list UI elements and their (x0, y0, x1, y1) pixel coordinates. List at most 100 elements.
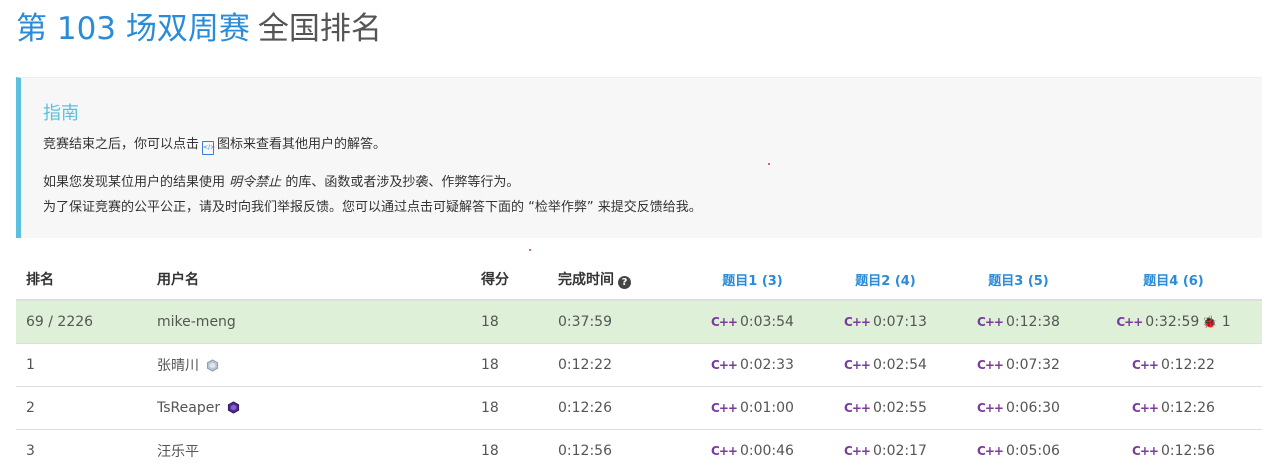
cell-finish: 0:12:26 (548, 385, 686, 429)
cell-rank: 69 / 2226 (16, 299, 147, 343)
q4-time: 0:12:26 (1160, 399, 1215, 416)
cpp-icon: C++ (1132, 443, 1159, 458)
page-title: 第 103 场双周赛 全国排名 (16, 9, 382, 49)
cell-q1[interactable]: C++ 0:03:54 (686, 299, 819, 343)
decor-dot (529, 249, 531, 251)
cpp-icon: C++ (711, 357, 738, 372)
cell-q1[interactable]: C++ 0:00:46 (686, 428, 819, 472)
q2-time: 0:02:17 (872, 442, 927, 459)
cpp-icon: C++ (977, 443, 1004, 458)
cell-q4[interactable]: C++ 0:12:22 (1085, 342, 1262, 386)
header-rank: 排名 (16, 259, 147, 301)
q3-time: 0:07:32 (1005, 356, 1060, 373)
header-q3[interactable]: 题目3 (5) (952, 259, 1085, 301)
cell-q3[interactable]: C++ 0:05:06 (952, 428, 1085, 472)
cell-score: 18 (471, 299, 548, 343)
q1-time: 0:02:33 (739, 356, 794, 373)
cell-rank: 2 (16, 385, 147, 429)
q4-time: 0:12:22 (1160, 356, 1215, 373)
cell-score: 18 (471, 342, 548, 386)
bug-icon: 🐞 (1202, 314, 1218, 329)
q4-time: 0:12:56 (1160, 442, 1215, 459)
cpp-icon: C++ (844, 400, 871, 415)
q4-time: 0:32:59 (1145, 313, 1200, 330)
rank-title: 全国排名 (257, 11, 382, 47)
cpp-icon: C++ (977, 357, 1004, 372)
q2-time: 0:07:13 (872, 313, 927, 330)
cpp-icon: C++ (844, 443, 871, 458)
cell-username[interactable]: 汪乐平 (147, 428, 471, 472)
ranking-table: 排名 用户名 得分 完成时间? 题目1 (3) 题目2 (4) 题目3 (5) … (16, 259, 1262, 472)
table-row-self: 69 / 2226 mike-meng 18 0:37:59 C++ 0:03:5… (16, 299, 1262, 343)
cell-q1[interactable]: C++ 0:02:33 (686, 342, 819, 386)
q3-time: 0:06:30 (1005, 399, 1060, 416)
header-finish-time: 完成时间? (548, 259, 686, 301)
wrong-count: 1 (1221, 313, 1231, 330)
cpp-icon: C++ (1132, 357, 1159, 372)
cell-q3[interactable]: C++ 0:07:32 (952, 342, 1085, 386)
q2-time: 0:02:55 (872, 399, 927, 416)
cell-finish: 0:12:22 (548, 342, 686, 386)
cell-q2[interactable]: C++ 0:07:13 (819, 299, 952, 343)
header-username: 用户名 (147, 259, 471, 301)
cpp-icon: C++ (977, 400, 1004, 415)
q1-time: 0:01:00 (739, 399, 794, 416)
guide-title: 指南 (43, 103, 79, 124)
cell-q3[interactable]: C++ 0:12:38 (952, 299, 1085, 343)
cpp-icon: C++ (977, 314, 1004, 329)
header-finish-time-label: 完成时间 (558, 272, 614, 288)
cell-q2[interactable]: C++ 0:02:54 (819, 342, 952, 386)
guide-line-2: 如果您发现某位用户的结果使用 明令禁止 的库、函数或者涉及抄袭、作弊等行为。 (43, 173, 519, 193)
cpp-icon: C++ (844, 357, 871, 372)
table-row: 3 汪乐平 18 0:12:56 C++ 0:00:46 C++ 0:02:17 C… (16, 428, 1262, 472)
contest-title-link[interactable]: 第 103 场双周赛 (16, 11, 250, 47)
cell-q4[interactable]: C++ 0:32:59 🐞 1 (1085, 299, 1262, 343)
knight-badge-icon (228, 400, 240, 414)
cell-rank: 1 (16, 342, 147, 386)
guide-panel: 指南 竞赛结束之后，你可以点击 </> 图标来查看其他用户的解答。 如果您发现某位用… (16, 77, 1262, 238)
cell-q2[interactable]: C++ 0:02:55 (819, 385, 952, 429)
cell-username[interactable]: TsReaper (147, 385, 471, 429)
cell-q1[interactable]: C++ 0:01:00 (686, 385, 819, 429)
q1-time: 0:03:54 (739, 313, 794, 330)
q1-time: 0:00:46 (739, 442, 794, 459)
guide-line-2-before: 如果您发现某位用户的结果使用 (43, 175, 226, 190)
cpp-icon: C++ (844, 314, 871, 329)
table-row: 1 张晴川 18 0:12:22 C++ 0:02:33 C++ 0:02:54 C… (16, 342, 1262, 386)
q3-time: 0:05:06 (1005, 442, 1060, 459)
header-q1[interactable]: 题目1 (3) (686, 259, 819, 301)
header-q2[interactable]: 题目2 (4) (819, 259, 952, 301)
cell-username[interactable]: mike-meng (147, 299, 471, 343)
cell-finish: 0:12:56 (548, 428, 686, 472)
username-text: TsReaper (157, 399, 221, 416)
username-text: 张晴川 (157, 357, 199, 374)
guide-line-1-before: 竞赛结束之后，你可以点击 (43, 137, 200, 152)
header-q4[interactable]: 题目4 (6) (1085, 259, 1262, 301)
cell-q3[interactable]: C++ 0:06:30 (952, 385, 1085, 429)
cell-score: 18 (471, 385, 548, 429)
cpp-icon: C++ (711, 400, 738, 415)
question-circle-icon[interactable]: ? (618, 276, 631, 289)
table-row: 2 TsReaper 18 0:12:26 C++ 0:01:00 C++ 0:02… (16, 385, 1262, 429)
cpp-icon: C++ (711, 443, 738, 458)
q2-time: 0:02:54 (872, 356, 927, 373)
cpp-icon: C++ (711, 314, 738, 329)
cell-score: 18 (471, 428, 548, 472)
cell-q4[interactable]: C++ 0:12:26 (1085, 385, 1262, 429)
q3-time: 0:12:38 (1005, 313, 1060, 330)
header-score: 得分 (471, 259, 548, 301)
cell-q4[interactable]: C++ 0:12:56 (1085, 428, 1262, 472)
cpp-icon: C++ (1116, 314, 1143, 329)
cell-rank: 3 (16, 428, 147, 472)
decor-dot (768, 163, 770, 165)
guide-line-1-after: 图标来查看其他用户的解答。 (217, 137, 387, 152)
cell-finish: 0:37:59 (548, 299, 686, 343)
cell-q2[interactable]: C++ 0:02:17 (819, 428, 952, 472)
guide-line-2-after: 的库、函数或者涉及抄袭、作弊等行为。 (285, 175, 520, 190)
guide-line-3: 为了保证竞赛的公平公正，请及时向我们举报反馈。您可以通过点击可疑解答下面的 “检… (43, 200, 702, 215)
cell-username[interactable]: 张晴川 (147, 342, 471, 386)
guide-line-1: 竞赛结束之后，你可以点击 </> 图标来查看其他用户的解答。 (43, 135, 386, 155)
guardian-badge-icon (206, 358, 219, 372)
cpp-icon: C++ (1132, 400, 1159, 415)
code-file-icon: </> (202, 141, 215, 155)
